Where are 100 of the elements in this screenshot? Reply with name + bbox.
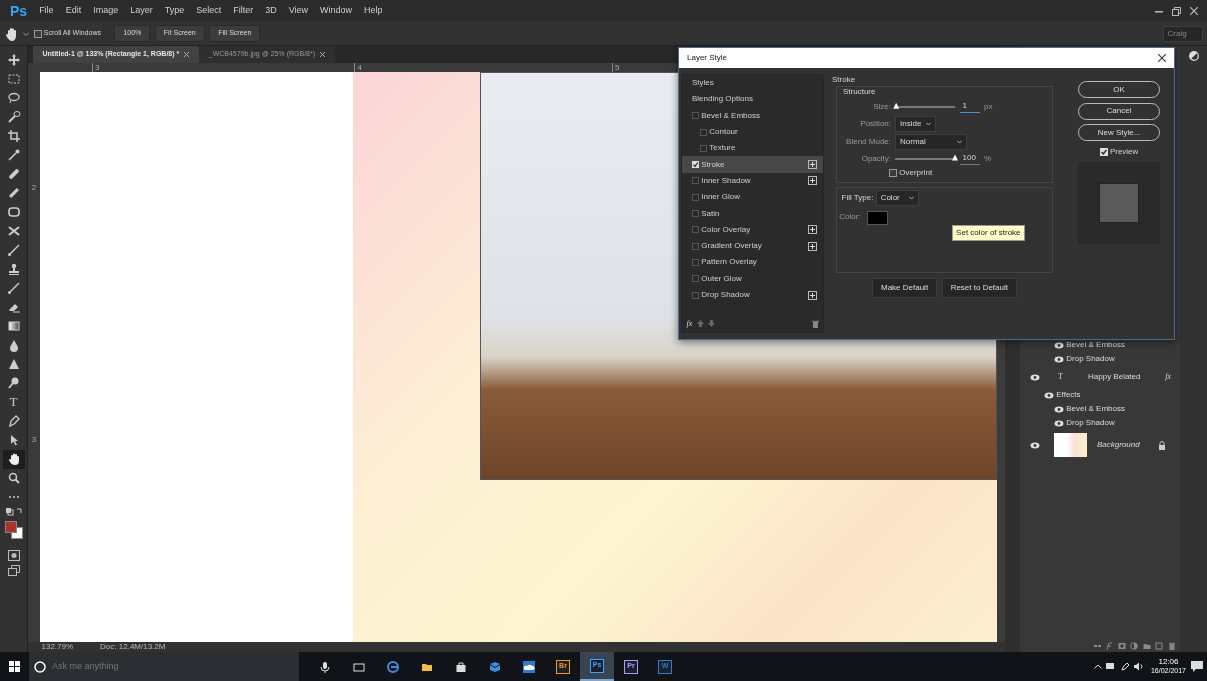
checkbox[interactable]: [692, 291, 699, 299]
style-list-item[interactable]: Bevel & Emboss: [682, 107, 823, 124]
number-field[interactable]: 1: [959, 100, 980, 114]
style-list-item[interactable]: Gradient Overlay: [682, 237, 823, 255]
style-list-item[interactable]: Satin: [682, 205, 823, 222]
overprint-checkbox[interactable]: Overprint: [889, 167, 1052, 180]
layer-name[interactable]: Background: [1097, 439, 1140, 451]
checkbox[interactable]: [700, 144, 707, 152]
eye-icon[interactable]: [1054, 355, 1064, 363]
checkbox[interactable]: [692, 258, 699, 266]
slider-thumb[interactable]: [952, 154, 958, 161]
pen-icon[interactable]: [1120, 662, 1130, 671]
fx-mark: fx: [1165, 371, 1171, 383]
swap-colors-icon[interactable]: [4, 506, 23, 517]
folder-icon[interactable]: [1142, 641, 1151, 650]
dialog-button[interactable]: OK: [1078, 81, 1160, 98]
menu-item[interactable]: 3D: [259, 4, 283, 18]
speaker-icon[interactable]: [1134, 662, 1145, 671]
color-swatch[interactable]: [866, 210, 888, 225]
eye-icon[interactable]: [1054, 341, 1064, 349]
dropdown[interactable]: Normal: [895, 133, 967, 150]
screen-mode-icon[interactable]: [7, 565, 20, 577]
up-arrow-icon[interactable]: [696, 320, 704, 328]
menu-item[interactable]: File: [33, 4, 60, 18]
eye-icon[interactable]: [1054, 405, 1064, 413]
style-list-item[interactable]: Stroke: [682, 156, 823, 173]
style-list-item[interactable]: Contour: [682, 123, 823, 141]
menu-item[interactable]: View: [282, 4, 315, 18]
trash-icon[interactable]: [1167, 641, 1176, 650]
mask-icon[interactable]: [1117, 641, 1126, 650]
slider-thumb[interactable]: [893, 102, 900, 109]
eye-icon[interactable]: [1054, 419, 1064, 427]
type-tool[interactable]: T: [2, 392, 25, 412]
checkbox[interactable]: [692, 210, 699, 217]
style-list-item[interactable]: Color Overlay: [682, 221, 823, 238]
chevron-up-icon[interactable]: [1093, 664, 1102, 669]
close-icon[interactable]: [1158, 54, 1166, 62]
checkbox[interactable]: [692, 242, 699, 250]
menu-item[interactable]: Filter: [227, 4, 260, 18]
search-box[interactable]: Ask me anything: [29, 652, 299, 681]
style-list-item[interactable]: Outer Glow: [682, 270, 823, 287]
add-icon[interactable]: [808, 225, 817, 235]
down-arrow-icon[interactable]: [708, 320, 716, 328]
app-logo: Ps: [9, 1, 29, 21]
restore-icon[interactable]: [1172, 6, 1181, 16]
slider-track[interactable]: [895, 105, 955, 108]
add-icon[interactable]: [808, 160, 817, 170]
hand-icon[interactable]: [4, 26, 19, 41]
checkbox[interactable]: [692, 193, 699, 201]
layer-name[interactable]: Happy Belated: [1080, 371, 1141, 383]
dialog-button[interactable]: New Style...: [1078, 124, 1160, 141]
new-layer-icon[interactable]: [1155, 641, 1163, 650]
checkbox[interactable]: [700, 128, 707, 136]
dialog-button[interactable]: Make Default: [872, 277, 938, 298]
menu-item[interactable]: Layer: [124, 4, 159, 18]
foreground-color-swatch[interactable]: [4, 520, 17, 533]
style-list-item[interactable]: Styles: [682, 75, 823, 92]
menu-item[interactable]: Image: [87, 4, 125, 18]
style-list-item[interactable]: Texture: [682, 140, 823, 157]
fx-icon[interactable]: [1105, 641, 1113, 650]
slider-track[interactable]: [895, 157, 955, 160]
style-list-item[interactable]: Inner Shadow: [682, 172, 823, 190]
checkbox[interactable]: [692, 275, 699, 283]
menu-item[interactable]: Select: [190, 4, 228, 18]
field-label: Color:: [839, 210, 862, 223]
style-list-item[interactable]: Inner Glow: [682, 189, 823, 206]
checkbox[interactable]: [692, 112, 699, 120]
style-list-item[interactable]: Pattern Overlay: [682, 254, 823, 271]
windows-start-icon[interactable]: [9, 661, 20, 672]
menu-item[interactable]: Type: [158, 4, 191, 18]
preview-checkbox[interactable]: Preview: [1099, 145, 1139, 158]
add-icon[interactable]: [808, 241, 817, 251]
network-icon[interactable]: [1106, 662, 1117, 671]
notification-icon[interactable]: [1190, 661, 1203, 672]
visibility-eye-icon[interactable]: [1030, 441, 1040, 449]
eye-icon[interactable]: [1044, 391, 1054, 399]
checkbox[interactable]: [692, 161, 699, 169]
quick-mask-icon[interactable]: [7, 549, 20, 561]
workspace-field[interactable]: Craig: [1162, 25, 1203, 42]
style-list-item[interactable]: Drop Shadow: [682, 286, 823, 304]
trash-icon[interactable]: [811, 319, 819, 328]
menu-item[interactable]: Window: [314, 4, 359, 18]
dialog-button[interactable]: Cancel: [1078, 102, 1160, 120]
checkbox[interactable]: [692, 226, 699, 234]
field-label: Opacity:: [860, 152, 892, 165]
add-icon[interactable]: [808, 176, 817, 186]
fx-button[interactable]: fx: [686, 317, 693, 330]
dropdown[interactable]: Color: [875, 190, 919, 207]
close-icon[interactable]: [319, 52, 325, 57]
number-field[interactable]: 100: [959, 152, 980, 165]
close-icon[interactable]: [1190, 7, 1198, 15]
visibility-eye-icon[interactable]: [1030, 373, 1040, 381]
checkbox[interactable]: [692, 177, 699, 185]
menu-item[interactable]: Edit: [59, 4, 88, 18]
style-list-item[interactable]: Blending Options: [682, 91, 823, 108]
search-field[interactable]: Ask me anything: [50, 658, 250, 675]
dropdown[interactable]: Inside: [895, 115, 936, 132]
dialog-button[interactable]: Reset to Default: [941, 277, 1017, 298]
menu-item[interactable]: Help: [358, 4, 389, 18]
add-icon[interactable]: [808, 290, 817, 300]
